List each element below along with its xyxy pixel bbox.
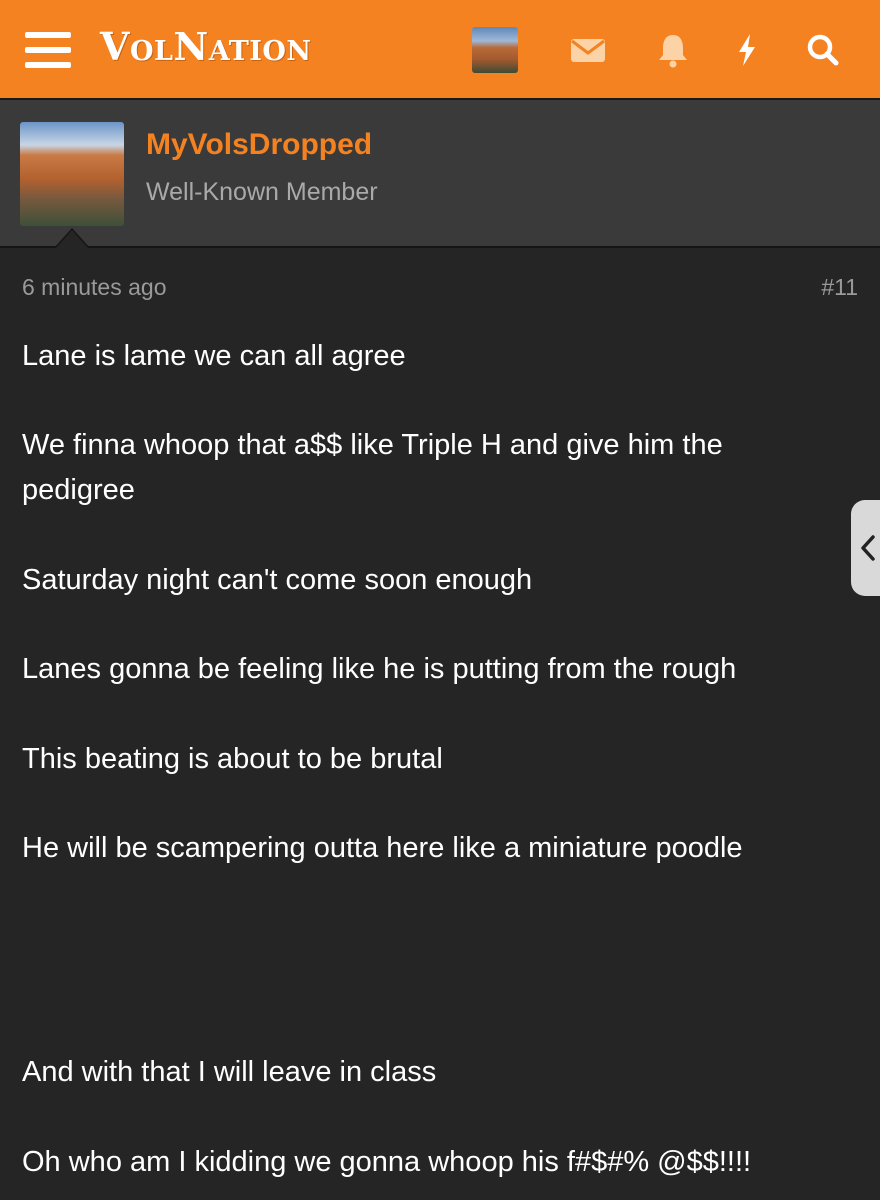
- post-line: He will be scampering outta here like a …: [22, 832, 743, 864]
- post-line: Saturday night can't come soon enough: [22, 564, 533, 596]
- search-icon[interactable]: [803, 30, 843, 70]
- post-line: pedigree: [22, 474, 135, 506]
- post-line: We finna whoop that a$$ like Triple H an…: [22, 429, 723, 461]
- author-caret-fill: [56, 230, 88, 248]
- envelope-icon[interactable]: [568, 30, 608, 70]
- post-number[interactable]: #11: [821, 274, 858, 301]
- author-name[interactable]: MyVolsDropped: [146, 128, 372, 162]
- bolt-icon[interactable]: [727, 30, 767, 70]
- chevron-left-icon: [861, 535, 875, 561]
- side-drawer-handle[interactable]: [851, 500, 880, 596]
- site-logo[interactable]: VolNation: [100, 24, 312, 69]
- post-author-block: [0, 100, 880, 248]
- post-line: Lanes gonna be feeling like he is puttin…: [22, 653, 737, 685]
- author-avatar[interactable]: [20, 122, 124, 226]
- post-line: Lane is lame we can all agree: [22, 340, 406, 372]
- post-timestamp[interactable]: 6 minutes ago: [22, 274, 166, 301]
- top-nav-bar: VolNation: [0, 0, 880, 100]
- post-line: Oh who am I kidding we gonna whoop his f…: [22, 1146, 752, 1178]
- menu-icon[interactable]: [25, 30, 71, 70]
- author-role: Well-Known Member: [146, 178, 378, 206]
- user-avatar[interactable]: [472, 27, 518, 73]
- bell-icon[interactable]: [653, 30, 693, 70]
- post-line: This beating is about to be brutal: [22, 743, 443, 775]
- post-line: And with that I will leave in class: [22, 1056, 437, 1088]
